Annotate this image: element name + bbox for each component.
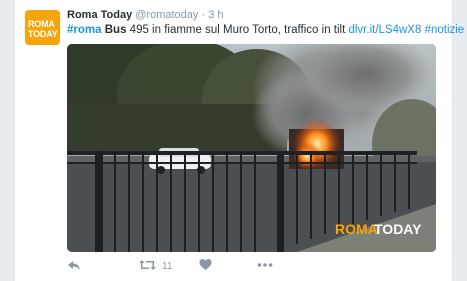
avatar-text-roma: ROMA bbox=[28, 19, 55, 29]
tweet-actions: 11 bbox=[67, 258, 427, 274]
timestamp[interactable]: 3 h bbox=[208, 9, 223, 21]
tweet-photo[interactable]: ROMA TODAY bbox=[67, 44, 436, 252]
tweet-body: 495 in fiamme sul Muro Torto, traffico i… bbox=[129, 24, 346, 36]
avatar-text-today: TODAY bbox=[28, 29, 58, 39]
hashtag-roma[interactable]: #roma bbox=[67, 24, 102, 36]
retweet-count: 11 bbox=[162, 261, 173, 272]
tweet-header: Roma Today @romatoday · 3 h bbox=[67, 9, 224, 21]
tweet-text: #roma Bus 495 in fiamme sul Muro Torto, … bbox=[67, 24, 464, 36]
display-name[interactable]: Roma Today bbox=[67, 9, 132, 21]
reply-icon[interactable] bbox=[67, 258, 81, 272]
watermark-today: TODAY bbox=[374, 221, 422, 237]
bus-word: Bus bbox=[104, 24, 127, 36]
like-icon[interactable] bbox=[199, 258, 212, 271]
hashtag-notizie[interactable]: #notizie bbox=[425, 24, 465, 36]
watermark-roma: ROMA bbox=[335, 221, 378, 237]
avatar[interactable]: ROMA TODAY bbox=[25, 10, 60, 45]
more-icon[interactable] bbox=[257, 258, 273, 272]
tweet-card[interactable]: ROMA TODAY Roma Today @romatoday · 3 h #… bbox=[14, 0, 464, 281]
bus-fire-photo: ROMA TODAY bbox=[67, 44, 436, 252]
tweet-link[interactable]: dlvr.it/LS4wX8 bbox=[348, 24, 421, 36]
separator-dot: · bbox=[201, 9, 206, 21]
user-handle[interactable]: @romatoday bbox=[135, 9, 198, 21]
retweet-icon[interactable] bbox=[139, 258, 156, 272]
